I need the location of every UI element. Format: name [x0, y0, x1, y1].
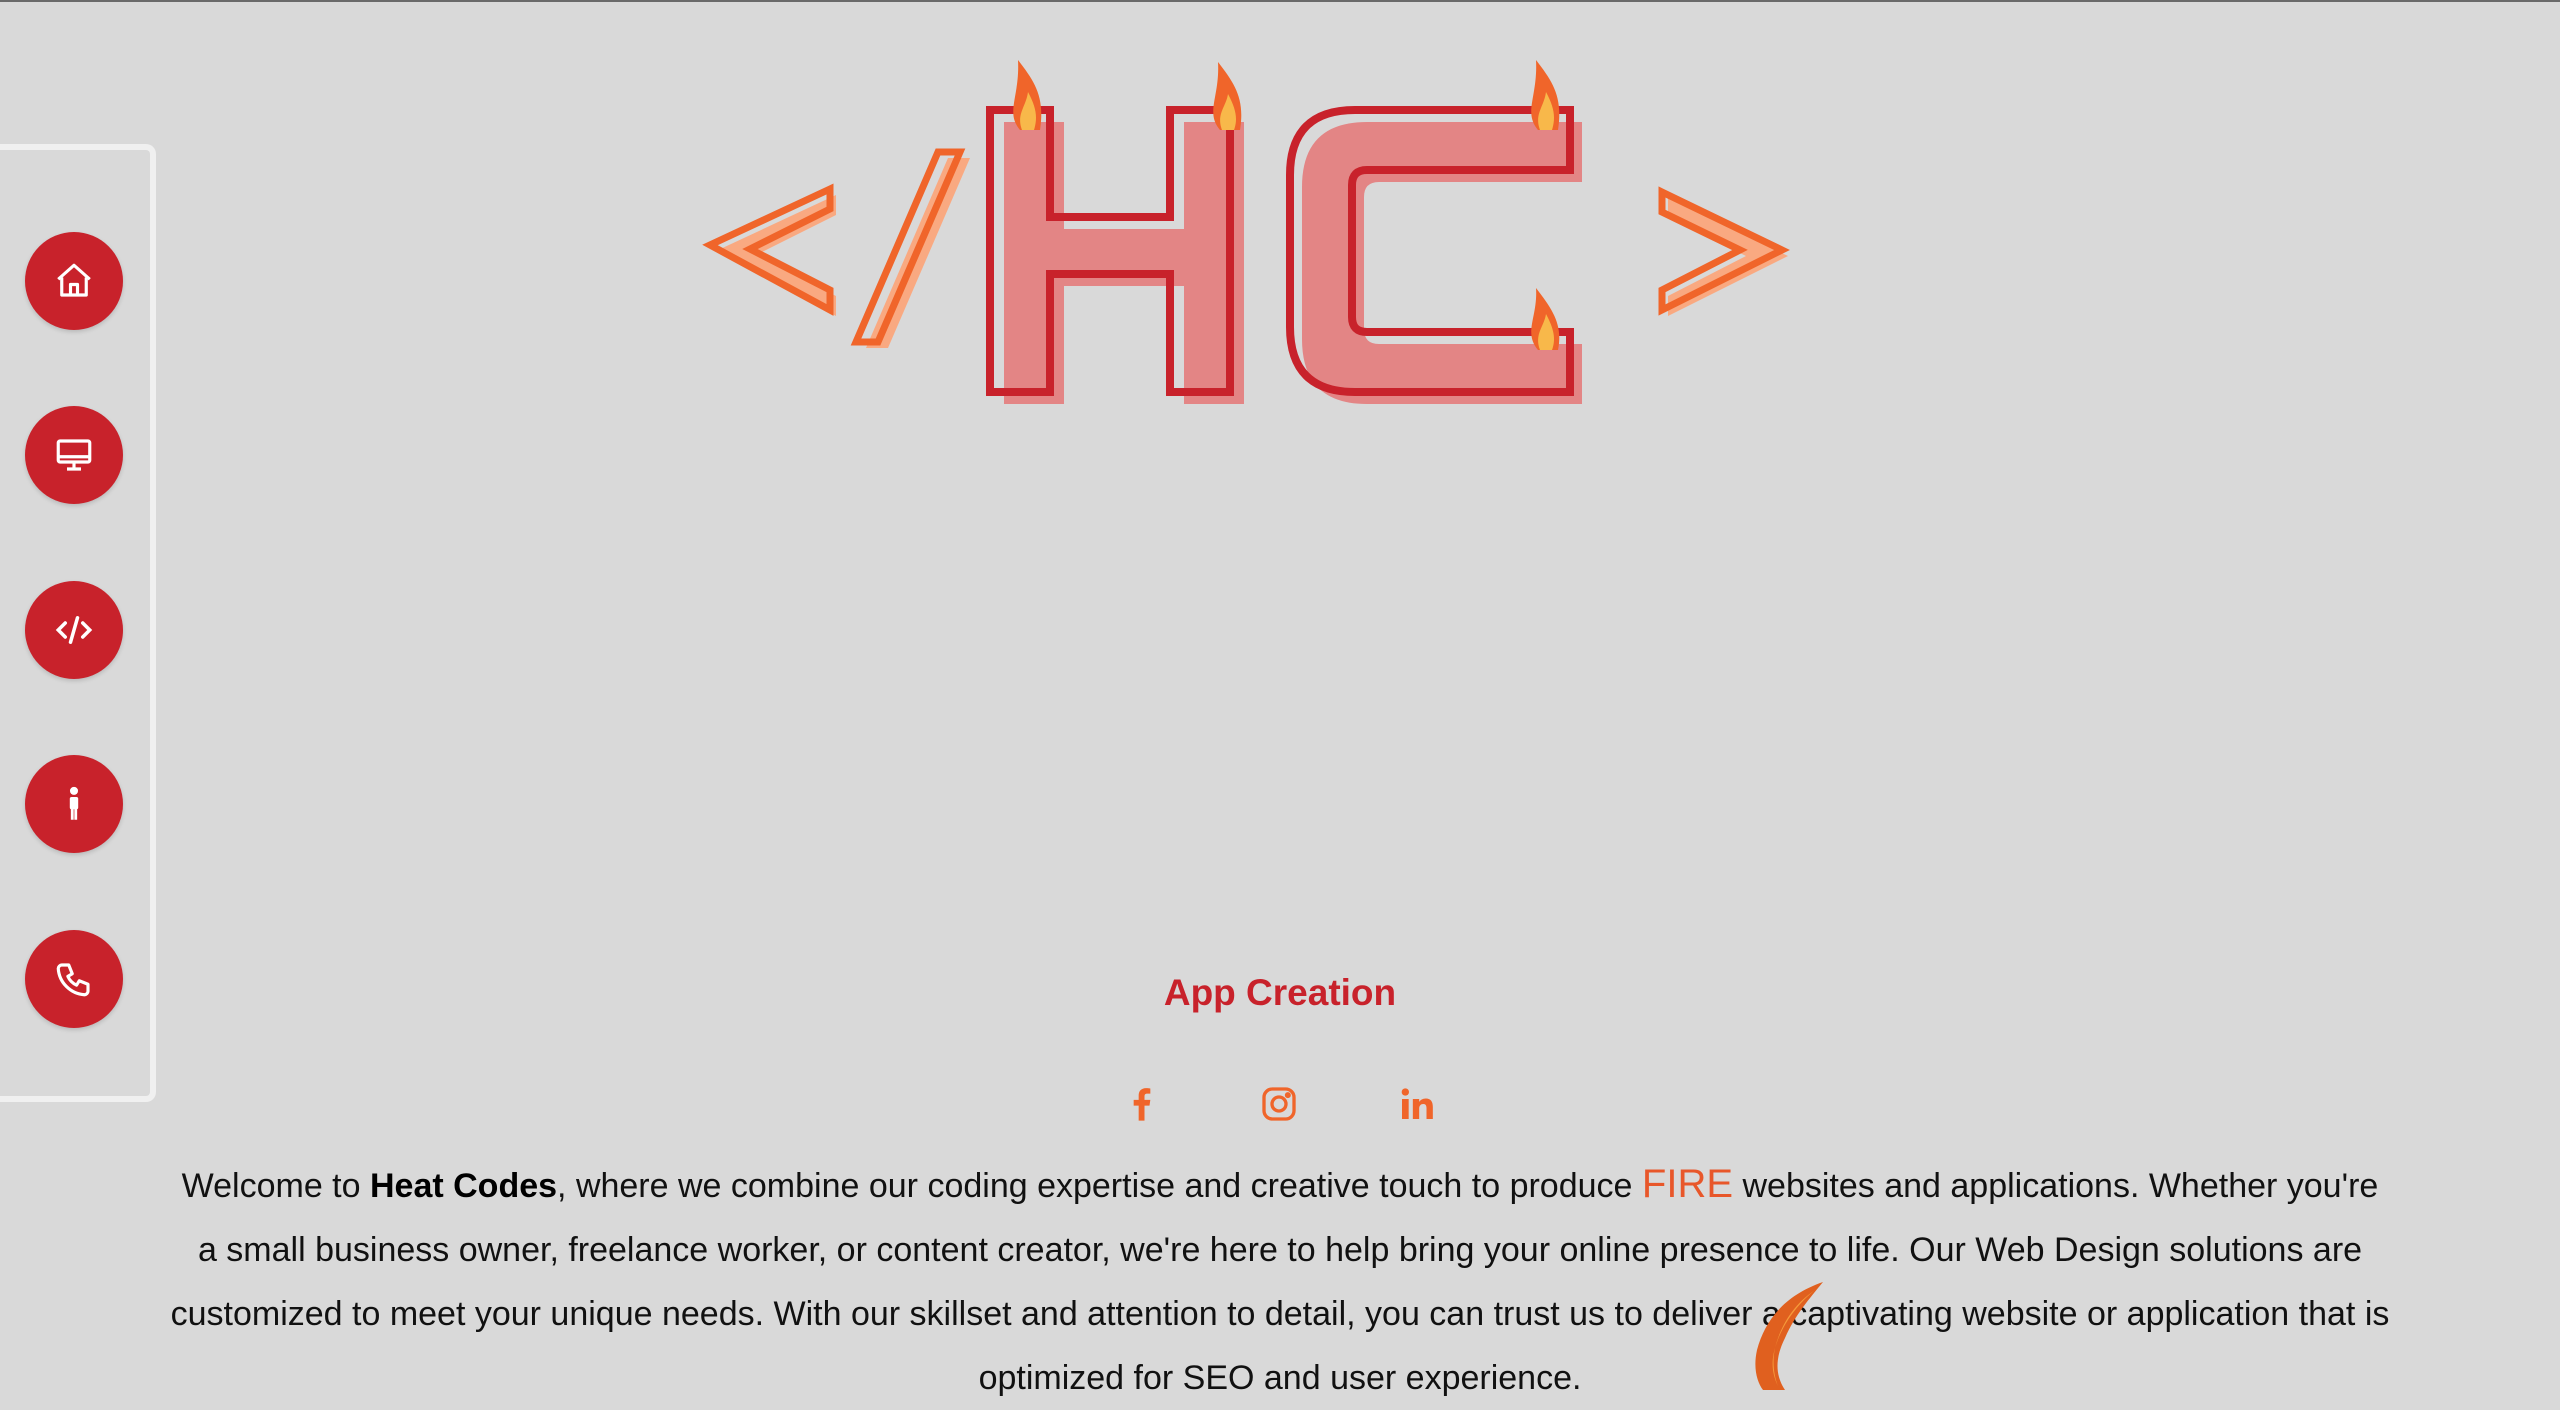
code-icon: [55, 616, 93, 644]
linkedin-link[interactable]: [1389, 1076, 1445, 1132]
nav-web-design-button[interactable]: [25, 406, 123, 504]
facebook-link[interactable]: [1114, 1076, 1170, 1132]
intro-paragraph: Welcome to Heat Codes, where we combine …: [170, 1152, 2390, 1410]
nav-about-button[interactable]: [25, 755, 123, 853]
brand-name: Heat Codes: [369, 1167, 558, 1205]
hero-subtitle: App Creation: [1163, 972, 1397, 1013]
flame-decoration-icon: [1755, 1282, 1823, 1390]
intro-part1: , where we combine our coding expertise …: [557, 1167, 1642, 1205]
heat-codes-logo: [702, 60, 1790, 404]
intro-welcome: Welcome to: [181, 1167, 370, 1205]
home-icon: [57, 263, 91, 297]
linkedin-icon: [1401, 1088, 1433, 1119]
person-icon: [69, 786, 79, 820]
monitor-icon: [56, 439, 92, 471]
instagram-link[interactable]: [1251, 1076, 1307, 1132]
fire-word: FIRE: [1641, 1162, 1734, 1206]
facebook-icon: [1133, 1088, 1151, 1121]
instagram-icon: [1262, 1087, 1296, 1121]
nav-code-button[interactable]: [25, 581, 123, 679]
sidebar-nav: [0, 144, 156, 1102]
nav-home-button[interactable]: [25, 232, 123, 330]
